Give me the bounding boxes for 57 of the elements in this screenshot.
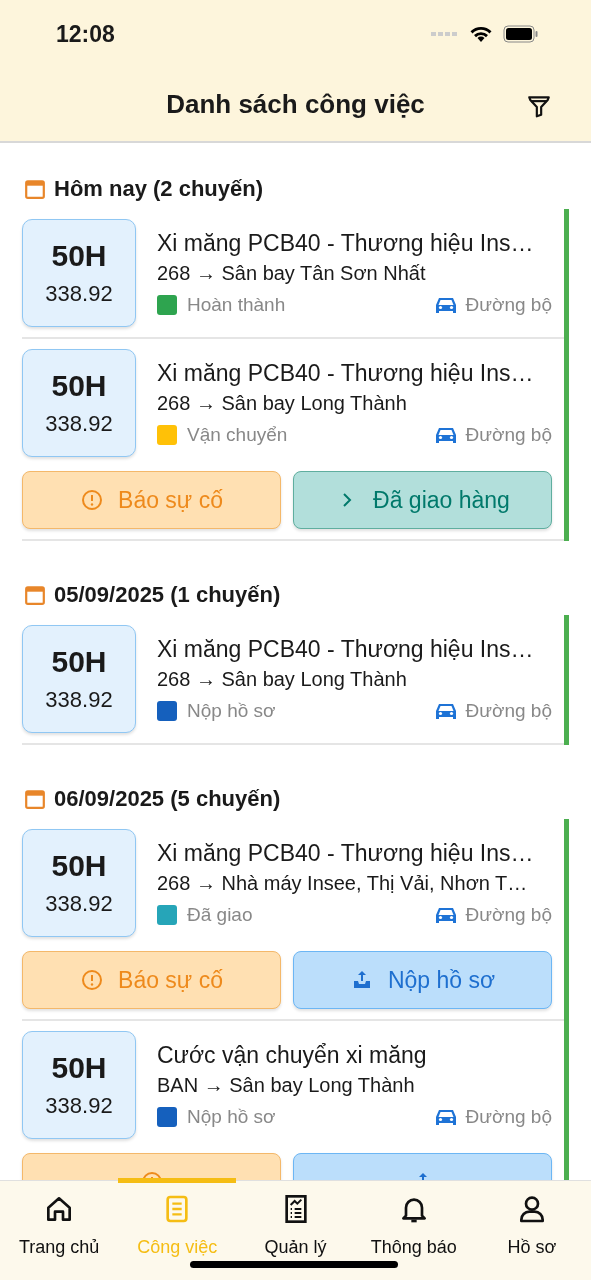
section-title: Hôm nay (2 chuyến) (54, 176, 264, 202)
car-icon (433, 295, 458, 315)
car-icon (433, 905, 458, 925)
car-icon (433, 425, 458, 445)
plate-number: 338.92 (45, 281, 113, 307)
nav-tab[interactable]: Trang chủ (0, 1181, 119, 1280)
plate-prefix: 50H (51, 849, 107, 883)
plate-number: 338.92 (45, 1093, 113, 1119)
plate-prefix: 50H (51, 369, 107, 403)
route-text: 268 → Sân bay Tân Sơn Nhất (157, 262, 427, 285)
clock-time: 12:08 (56, 20, 115, 48)
cargo-name: Xi măng PCB40 - Thương hiệu Ins… (157, 230, 535, 257)
status-label: Nộp hồ sơ (187, 1106, 277, 1128)
transport-mode: Đường bộ (465, 424, 552, 446)
section-title: 06/09/2025 (5 chuyến) (54, 786, 281, 812)
plate-number: 338.92 (45, 891, 113, 917)
route-text: 268 → Sân bay Long Thành (157, 392, 408, 415)
wifi-icon (469, 25, 493, 43)
transport-mode: Đường bộ (465, 700, 552, 722)
battery-icon (503, 25, 539, 43)
plate-number: 338.92 (45, 687, 113, 713)
route-text: 268 → Nhà máy Insee, Thị Vải, Nhơn T… (157, 872, 529, 895)
nav-tab[interactable]: Thông báo (354, 1181, 473, 1280)
route-text: 268 → Sân bay Long Thành (157, 668, 408, 691)
report-issue-button[interactable]: Báo sự cố (22, 471, 281, 529)
nav-tab[interactable]: Hồ sơ (472, 1181, 591, 1280)
section-title: 05/09/2025 (1 chuyến) (54, 582, 281, 608)
alert-circle-icon (80, 488, 105, 512)
signal-icon (431, 31, 459, 37)
report-issue-button[interactable]: Báo sự cố (22, 951, 281, 1009)
nav-tab[interactable]: Quản lý (236, 1181, 355, 1280)
cargo-name: Cước vận chuyển xi măng (157, 1042, 428, 1069)
alert-circle-icon (80, 968, 105, 992)
transport-mode: Đường bộ (465, 294, 552, 316)
screen-title: Danh sách công việc (166, 89, 425, 120)
calendar-icon (24, 178, 46, 200)
submit-documents-button[interactable]: Nộp hồ sơ (293, 951, 552, 1009)
plate-prefix: 50H (51, 1051, 107, 1085)
cargo-name: Xi măng PCB40 - Thương hiệu Ins… (157, 636, 535, 663)
car-icon (433, 1107, 458, 1127)
cargo-name: Xi măng PCB40 - Thương hiệu Ins… (157, 360, 535, 387)
plate-prefix: 50H (51, 239, 107, 273)
car-icon (433, 701, 458, 721)
transport-mode: Đường bộ (465, 904, 552, 926)
plate-prefix: 50H (51, 645, 107, 679)
status-label: Đã giao (187, 904, 254, 926)
status-label: Nộp hồ sơ (187, 700, 277, 722)
plate-number: 338.92 (45, 411, 113, 437)
cargo-name: Xi măng PCB40 - Thương hiệu Ins… (157, 840, 535, 867)
funnel-icon (526, 93, 552, 119)
calendar-icon (24, 584, 46, 606)
delivered-button[interactable]: Đã giao hàng (293, 471, 552, 529)
calendar-icon (24, 788, 46, 810)
route-text: BAN → Sân bay Long Thành (157, 1074, 416, 1097)
status-label: Hoàn thành (187, 294, 287, 316)
transport-mode: Đường bộ (465, 1106, 552, 1128)
status-label: Vận chuyển (187, 424, 289, 446)
